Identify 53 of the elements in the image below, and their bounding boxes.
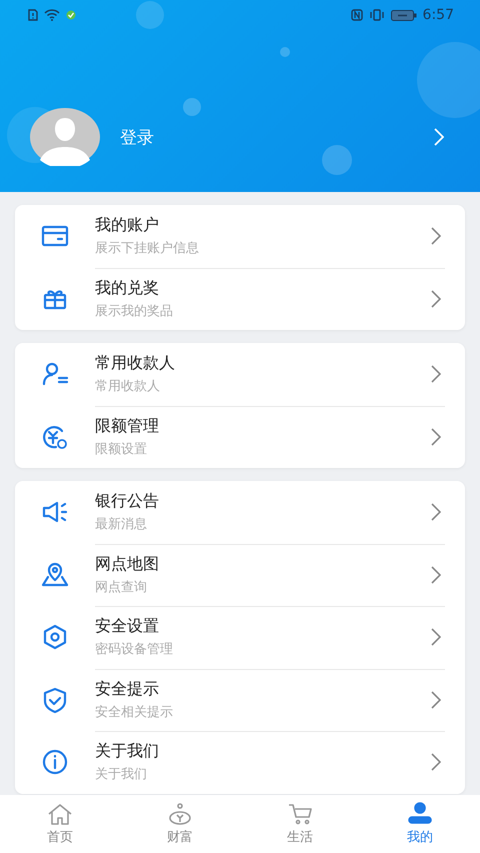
menu-item-title: 安全设置 [95, 616, 160, 638]
menu-item[interactable]: 关于我们 关于我们 [15, 731, 465, 794]
menu-item-subtitle: 最新消息 [95, 516, 148, 534]
chevron-right-icon [431, 365, 441, 384]
menu-item-title: 关于我们 [95, 741, 160, 762]
menu-item-subtitle: 安全相关提示 [95, 704, 174, 721]
chevron-right-icon [431, 628, 441, 646]
tab-bar-item[interactable]: 财富 [120, 795, 240, 853]
home-icon [46, 802, 74, 826]
menu-item-title: 我的兑奖 [95, 278, 160, 299]
chevron-right-icon [431, 566, 441, 584]
menu-item-title: 网点地图 [95, 554, 160, 575]
menu-item-subtitle: 关于我们 [95, 766, 148, 784]
money-bag-icon [166, 802, 194, 826]
tab-bar-item[interactable]: 首页 [0, 795, 120, 853]
tab-bar-item[interactable]: 生活 [240, 795, 360, 853]
menu-item-subtitle: 展示下挂账户信息 [95, 240, 200, 258]
menu-item-subtitle: 限额设置 [95, 440, 148, 458]
menu-item[interactable]: 限额管理 限额设置 [15, 406, 465, 468]
chevron-right-icon [431, 503, 441, 522]
vibrate-icon [368, 9, 385, 21]
wifi-icon [44, 9, 60, 21]
menu-item-subtitle: 常用收款人 [95, 378, 161, 396]
menu-item-title: 安全提示 [95, 678, 160, 700]
sim-alert-icon [28, 9, 38, 21]
menu-item-title: 限额管理 [95, 416, 160, 437]
menu-item-subtitle: 网点查询 [95, 578, 148, 596]
menu-item[interactable]: 我的兑奖 展示我的奖品 [15, 268, 465, 330]
nfc-icon [350, 9, 363, 21]
menu-item-subtitle: 展示我的奖品 [95, 302, 174, 320]
menu-item[interactable]: 我的账户 展示下挂账户信息 [15, 205, 465, 268]
chevron-right-icon [431, 428, 441, 446]
menu-item-title: 我的账户 [95, 215, 160, 236]
cart-icon [286, 802, 314, 826]
menu-item[interactable]: 网点地图 网点查询 [15, 544, 465, 606]
menu-item-subtitle: 密码设备管理 [95, 641, 174, 658]
chevron-right-icon [431, 753, 441, 772]
person-icon [406, 802, 434, 826]
menu-item-title: 银行公告 [95, 491, 160, 512]
menu-item[interactable]: 安全提示 安全相关提示 [15, 668, 465, 731]
status-time: 6:57 [422, 7, 454, 23]
menu-item[interactable]: 安全设置 密码设备管理 [15, 606, 465, 668]
chevron-right-icon [431, 290, 441, 308]
app-notification-icon [66, 10, 76, 20]
battery-icon [390, 10, 417, 20]
menu-item[interactable]: 常用收款人 常用收款人 [15, 343, 465, 406]
avatar[interactable] [30, 108, 100, 166]
chevron-right-icon [431, 227, 441, 246]
chevron-right-icon[interactable] [434, 128, 444, 146]
menu-item-title: 常用收款人 [95, 353, 176, 374]
chevron-right-icon [431, 690, 441, 709]
tab-bar-item[interactable]: 我的 [360, 795, 480, 853]
menu-item[interactable]: 银行公告 最新消息 [15, 481, 465, 544]
